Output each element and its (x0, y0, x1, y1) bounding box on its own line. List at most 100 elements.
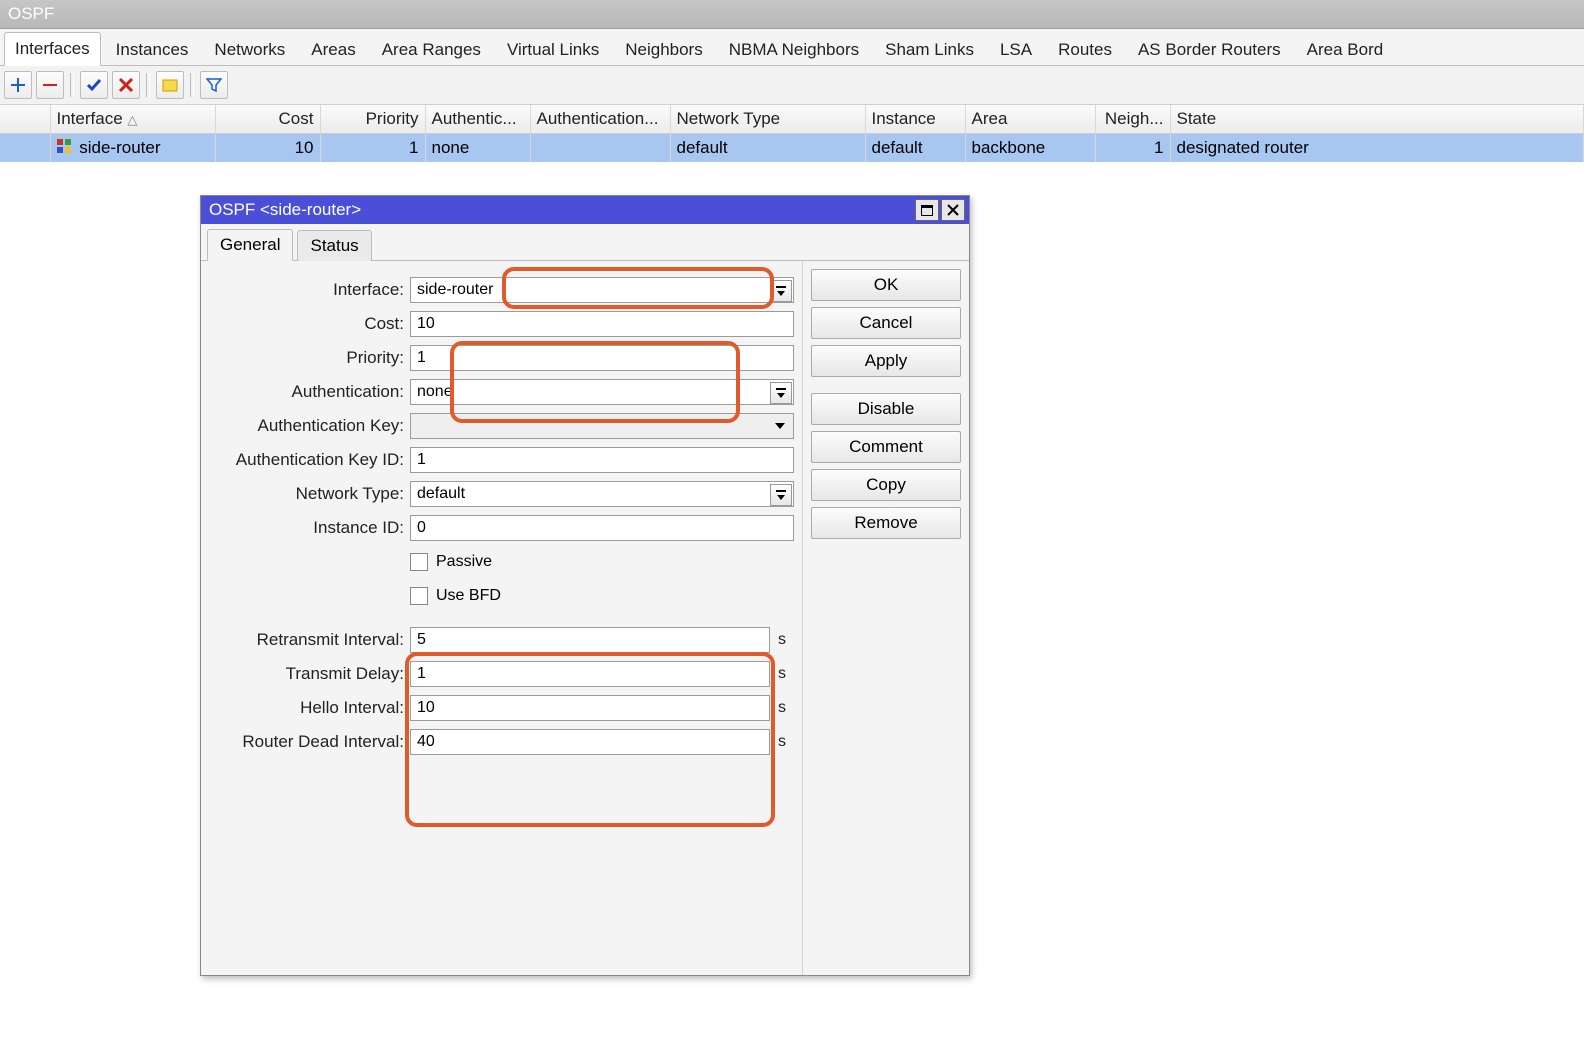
table-header-row: Interface △ Cost Priority Authentic... A… (0, 105, 1584, 134)
maximize-button[interactable] (915, 199, 939, 221)
tab-routes[interactable]: Routes (1047, 33, 1123, 66)
dropdown-list-icon (775, 387, 787, 399)
comment-button[interactable] (156, 71, 184, 99)
cell-instance: default (865, 134, 965, 163)
passive-checkbox[interactable] (410, 553, 428, 571)
unit-seconds: s (770, 631, 794, 649)
row-dead: Router Dead Interval: s (209, 727, 794, 757)
cell-state: designated router (1170, 134, 1584, 163)
authkeyid-field[interactable] (410, 447, 794, 473)
disable-button[interactable]: Disable (811, 393, 961, 425)
label-txdelay: Transmit Delay: (209, 664, 410, 684)
col-neighbors[interactable]: Neigh... (1095, 105, 1170, 134)
tab-label: Area Bord (1307, 40, 1384, 59)
apply-button[interactable]: Apply (811, 345, 961, 377)
tab-interfaces[interactable]: Interfaces (4, 32, 101, 66)
label-nettype: Network Type: (209, 484, 410, 504)
cost-field[interactable] (410, 311, 794, 337)
dialog-form: Interface: Cost: Priority: (201, 261, 803, 975)
tab-label: Instances (116, 40, 189, 59)
nettype-field[interactable] (410, 481, 794, 507)
tab-nbma-neighbors[interactable]: NBMA Neighbors (718, 33, 870, 66)
enable-button[interactable] (80, 71, 108, 99)
authkey-expand[interactable] (770, 416, 790, 436)
add-button[interactable] (4, 71, 32, 99)
col-state[interactable]: State (1170, 105, 1584, 134)
dialog-tab-status[interactable]: Status (297, 230, 371, 261)
col-authkey[interactable]: Authentication... (530, 105, 670, 134)
retransmit-field[interactable] (410, 627, 770, 653)
tab-lsa[interactable]: LSA (989, 33, 1043, 66)
unit-seconds: s (770, 733, 794, 751)
tab-virtual-links[interactable]: Virtual Links (496, 33, 610, 66)
col-priority[interactable]: Priority (320, 105, 425, 134)
remove-button[interactable] (36, 71, 64, 99)
cancel-button[interactable]: Cancel (811, 307, 961, 339)
authentication-field[interactable] (410, 379, 794, 405)
table-row[interactable]: side-router 10 1 none default default ba… (0, 134, 1584, 163)
comment-button[interactable]: Comment (811, 431, 961, 463)
button-label: Comment (849, 437, 923, 457)
tab-area-ranges[interactable]: Area Ranges (371, 33, 492, 66)
row-passive: Passive (209, 547, 794, 577)
authkey-field[interactable] (410, 413, 794, 439)
tab-as-border-routers[interactable]: AS Border Routers (1127, 33, 1292, 66)
hello-field[interactable] (410, 695, 770, 721)
note-icon (162, 77, 178, 93)
interface-dropdown[interactable] (770, 280, 792, 302)
authentication-dropdown[interactable] (770, 382, 792, 404)
label-retransmit: Retransmit Interval: (209, 630, 410, 650)
disable-button[interactable] (112, 71, 140, 99)
toolbar (0, 66, 1584, 105)
dialog-titlebar[interactable]: OSPF <side-router> (201, 196, 969, 224)
usebfd-checkbox[interactable] (410, 587, 428, 605)
tab-networks[interactable]: Networks (203, 33, 296, 66)
row-retransmit: Retransmit Interval: s (209, 625, 794, 655)
tab-areas[interactable]: Areas (300, 33, 366, 66)
label-authkeyid: Authentication Key ID: (209, 450, 410, 470)
instanceid-field[interactable] (410, 515, 794, 541)
cell-cost: 10 (215, 134, 320, 163)
col-cost[interactable]: Cost (215, 105, 320, 134)
dropdown-list-icon (775, 285, 787, 297)
row-authkeyid: Authentication Key ID: (209, 445, 794, 475)
ok-button[interactable]: OK (811, 269, 961, 301)
label-dead: Router Dead Interval: (209, 732, 410, 752)
cell-neighbors: 1 (1095, 134, 1170, 163)
interface-field[interactable] (410, 277, 794, 303)
label-instanceid: Instance ID: (209, 518, 410, 538)
tab-instances[interactable]: Instances (105, 33, 200, 66)
col-interface[interactable]: Interface △ (50, 105, 215, 134)
col-instance[interactable]: Instance (865, 105, 965, 134)
label-passive: Passive (436, 553, 492, 571)
tab-sham-links[interactable]: Sham Links (874, 33, 985, 66)
tab-neighbors[interactable]: Neighbors (614, 33, 714, 66)
col-handle[interactable] (0, 105, 50, 134)
tab-area-border[interactable]: Area Bord (1296, 33, 1395, 66)
funnel-icon (206, 77, 222, 93)
nettype-dropdown[interactable] (770, 484, 792, 506)
tab-label: Area Ranges (382, 40, 481, 59)
dialog-tabs: General Status (201, 224, 969, 260)
priority-field[interactable] (410, 345, 794, 371)
dialog-tab-general[interactable]: General (207, 229, 293, 261)
label-authkey: Authentication Key: (209, 416, 410, 436)
copy-button[interactable]: Copy (811, 469, 961, 501)
tab-label: Interfaces (15, 39, 90, 58)
txdelay-field[interactable] (410, 661, 770, 687)
close-button[interactable] (941, 199, 965, 221)
button-label: Cancel (860, 313, 913, 333)
button-label: OK (874, 275, 899, 295)
col-area[interactable]: Area (965, 105, 1095, 134)
row-txdelay: Transmit Delay: s (209, 659, 794, 689)
col-auth[interactable]: Authentic... (425, 105, 530, 134)
plus-icon (10, 77, 26, 93)
main-tabs: Interfaces Instances Networks Areas Area… (0, 29, 1584, 66)
row-cost: Cost: (209, 309, 794, 339)
col-nettype[interactable]: Network Type (670, 105, 865, 134)
label-hello: Hello Interval: (209, 698, 410, 718)
dead-field[interactable] (410, 729, 770, 755)
row-priority: Priority: (209, 343, 794, 373)
remove-button[interactable]: Remove (811, 507, 961, 539)
filter-button[interactable] (200, 71, 228, 99)
